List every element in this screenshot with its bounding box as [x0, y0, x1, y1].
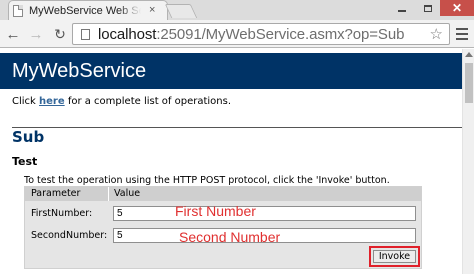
intro-prefix: Click: [12, 96, 40, 107]
tab-strip: MyWebService Web Service × ✕: [0, 0, 474, 20]
header-parameter: Parameter: [31, 188, 81, 199]
invoke-highlight-frame: Invoke: [369, 246, 420, 267]
url-text[interactable]: localhost:25091/MyWebService.asmx?op=Sub: [98, 26, 404, 43]
test-instructions: To test the operation using the HTTP POS…: [24, 175, 390, 186]
operations-list-link[interactable]: here: [39, 96, 65, 107]
new-tab-button[interactable]: [164, 4, 198, 18]
section-divider: [12, 127, 462, 128]
maximize-button[interactable]: [416, 0, 440, 16]
first-number-label: FirstNumber:: [31, 208, 93, 219]
service-title: MyWebService: [12, 59, 147, 82]
header-separator: [108, 187, 109, 201]
minimize-button[interactable]: [390, 0, 414, 16]
page-icon: [81, 28, 90, 40]
star-icon[interactable]: ☆: [430, 25, 443, 43]
close-window-button[interactable]: ✕: [440, 0, 474, 16]
form-header-row: Parameter Value: [25, 187, 421, 201]
address-bar[interactable]: localhost:25091/MyWebService.asmx?op=Sub…: [72, 23, 450, 45]
invoke-button[interactable]: Invoke: [373, 250, 416, 263]
browser-toolbar: ← → ↻ localhost:25091/MyWebService.asmx?…: [0, 20, 474, 48]
hamburger-menu-icon[interactable]: [456, 28, 468, 40]
close-tab-icon[interactable]: ×: [149, 5, 155, 16]
arrow-right-icon[interactable]: →: [27, 25, 45, 43]
page-banner: MyWebService: [0, 53, 462, 89]
minimize-icon: [398, 9, 406, 12]
intro-suffix: for a complete list of operations.: [64, 96, 232, 107]
reload-icon[interactable]: ↻: [51, 25, 69, 43]
test-heading: Test: [12, 155, 38, 168]
vertical-scrollbar[interactable]: [462, 49, 474, 274]
scroll-up-icon[interactable]: [465, 52, 473, 57]
url-host: localhost: [98, 25, 157, 43]
intro-text: Click here for a complete list of operat…: [12, 96, 231, 107]
url-path: :25091/MyWebService.asmx?op=Sub: [156, 25, 405, 43]
maximize-icon: [424, 4, 432, 12]
second-number-input[interactable]: [113, 228, 416, 243]
first-number-input[interactable]: [113, 206, 416, 221]
header-value: Value: [114, 188, 141, 199]
second-number-label: SecondNumber:: [31, 230, 108, 241]
page-icon: [13, 4, 23, 17]
operation-title: Sub: [12, 128, 45, 146]
scroll-thumb[interactable]: [465, 63, 473, 103]
browser-tab[interactable]: MyWebService Web Service ×: [8, 0, 168, 20]
test-form: Parameter Value FirstNumber: SecondNumbe…: [24, 186, 422, 269]
page-viewport: MyWebService Click here for a complete l…: [0, 49, 462, 274]
arrow-left-icon[interactable]: ←: [4, 25, 22, 43]
tab-title: MyWebService Web Service: [29, 4, 141, 17]
